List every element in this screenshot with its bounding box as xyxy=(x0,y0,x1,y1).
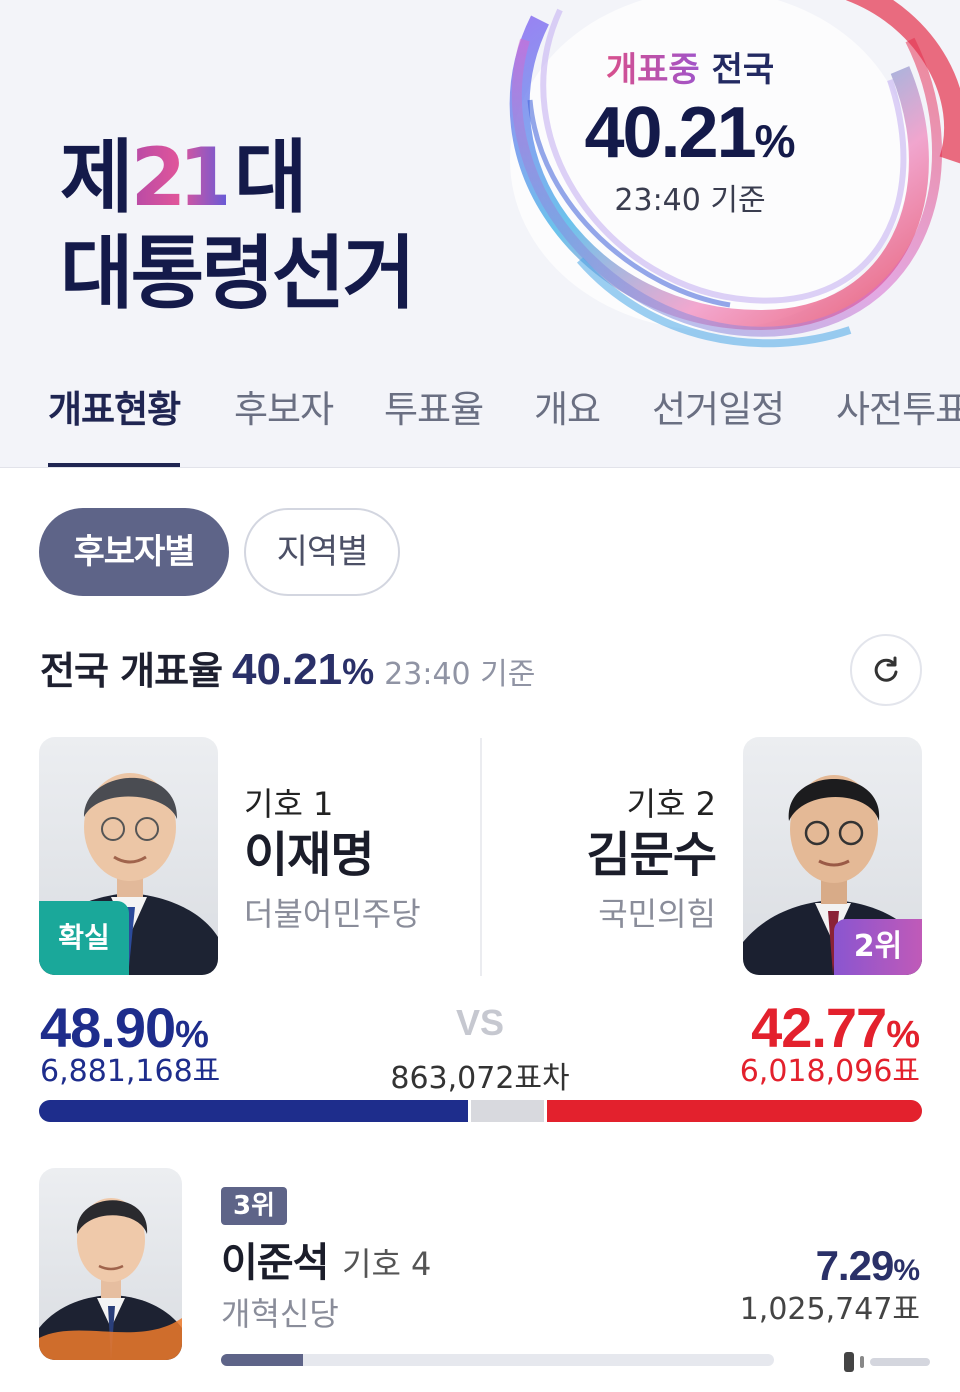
counting-label: 개표중 전국 xyxy=(560,48,820,92)
counting-scope: 전국 xyxy=(711,50,775,90)
election-title: 제21 대 대통령선거 xyxy=(60,130,416,322)
candidate-1-percent-value: 48.90 xyxy=(40,996,176,1059)
filter-by-region-button[interactable]: 지역별 xyxy=(244,508,400,596)
section-tabs: 개표현황 후보자 투표율 개요 선거일정 사전투표 xyxy=(0,380,960,467)
election-hero-banner: 제21 대 대통령선거 개표중 전국 40.21% 23:40 기준 개표현황 후… xyxy=(0,0,960,468)
candidate-3-share-bar xyxy=(221,1354,774,1366)
candidate-3-percent-value: 7.29 xyxy=(815,1242,895,1289)
candidate-1-percent-sign: % xyxy=(175,1014,209,1056)
candidate-3-photo xyxy=(39,1168,182,1360)
candidate-3-portrait-icon xyxy=(39,1198,182,1360)
candidate-1-photo: 확실 xyxy=(39,737,218,975)
national-count-summary: 전국 개표율 40.21% 23:40 기준 xyxy=(40,640,535,704)
summary-time: 23:40 기준 xyxy=(384,657,536,692)
candidate-1-number: 기호 1 xyxy=(244,785,334,823)
vote-share-bar xyxy=(39,1100,922,1122)
candidate-3-percent-sign: % xyxy=(893,1254,920,1287)
candidate-3-name: 이준석 xyxy=(221,1240,329,1286)
title-number: 21 xyxy=(130,131,234,224)
counting-percent: 40.21% xyxy=(560,92,820,182)
summary-percent-sign: % xyxy=(342,651,375,692)
counting-progress: 개표중 전국 40.21% 23:40 기준 xyxy=(560,48,820,220)
summary-percent-value: 40.21 xyxy=(232,645,343,694)
candidate-2-party: 국민의힘 xyxy=(598,895,716,933)
scroll-handle-icon[interactable] xyxy=(842,1350,938,1374)
candidate-3-share-fill xyxy=(221,1354,304,1366)
tab-early-voting[interactable]: 사전투표 xyxy=(836,380,960,467)
election-title-line2: 대통령선거 xyxy=(60,227,416,320)
candidate-2-share-fill xyxy=(544,1100,922,1122)
candidate-3-votes: 1,025,747표 xyxy=(739,1292,920,1327)
counting-status: 개표중 xyxy=(605,50,700,90)
versus-label: VS xyxy=(455,1002,505,1043)
candidate-1-party: 더불어민주당 xyxy=(244,895,421,933)
rank-3-badge: 3위 xyxy=(221,1187,287,1225)
candidate-2-number: 기호 2 xyxy=(626,785,716,823)
summary-label: 전국 개표율 xyxy=(40,649,223,693)
tab-count-status[interactable]: 개표현황 xyxy=(48,380,181,467)
refresh-icon xyxy=(874,656,898,682)
candidate-1-share-fill xyxy=(39,1100,471,1122)
candidate-2-name: 김문수 xyxy=(586,827,717,883)
candidate-2-percent-sign: % xyxy=(886,1014,920,1056)
candidate-2-votes: 6,018,096표 xyxy=(739,1054,920,1089)
candidate-2-percent-value: 42.77 xyxy=(751,996,887,1059)
title-prefix: 제 xyxy=(60,131,134,224)
candidate-1-name: 이재명 xyxy=(244,827,374,883)
election-title-line1: 제21 대 xyxy=(60,130,413,226)
counting-percent-sign: % xyxy=(754,115,796,167)
summary-percent: 40.21% xyxy=(232,645,374,694)
tab-overview[interactable]: 개요 xyxy=(534,380,601,467)
candidate-1-votes: 6,881,168표 xyxy=(40,1054,221,1089)
candidate-3-party: 개혁신당 xyxy=(221,1295,339,1333)
refresh-button[interactable] xyxy=(850,634,922,706)
counting-percent-value: 40.21 xyxy=(584,93,756,173)
tab-schedule[interactable]: 선거일정 xyxy=(652,380,785,467)
candidate-2-photo: 2위 xyxy=(743,737,922,975)
candidate-3-number: 기호 4 xyxy=(342,1245,432,1283)
vote-gap: 863,072표차 xyxy=(390,1061,570,1096)
title-suffix: 대 xyxy=(233,131,308,224)
candidate-divider xyxy=(480,738,482,976)
counting-time: 23:40 기준 xyxy=(614,183,766,218)
tab-candidates[interactable]: 후보자 xyxy=(234,380,334,467)
confirmed-badge: 확실 xyxy=(39,901,129,975)
rank-2-badge: 2위 xyxy=(834,919,922,975)
filter-by-candidate-button[interactable]: 후보자별 xyxy=(39,508,229,596)
tab-turnout[interactable]: 투표율 xyxy=(384,380,484,467)
